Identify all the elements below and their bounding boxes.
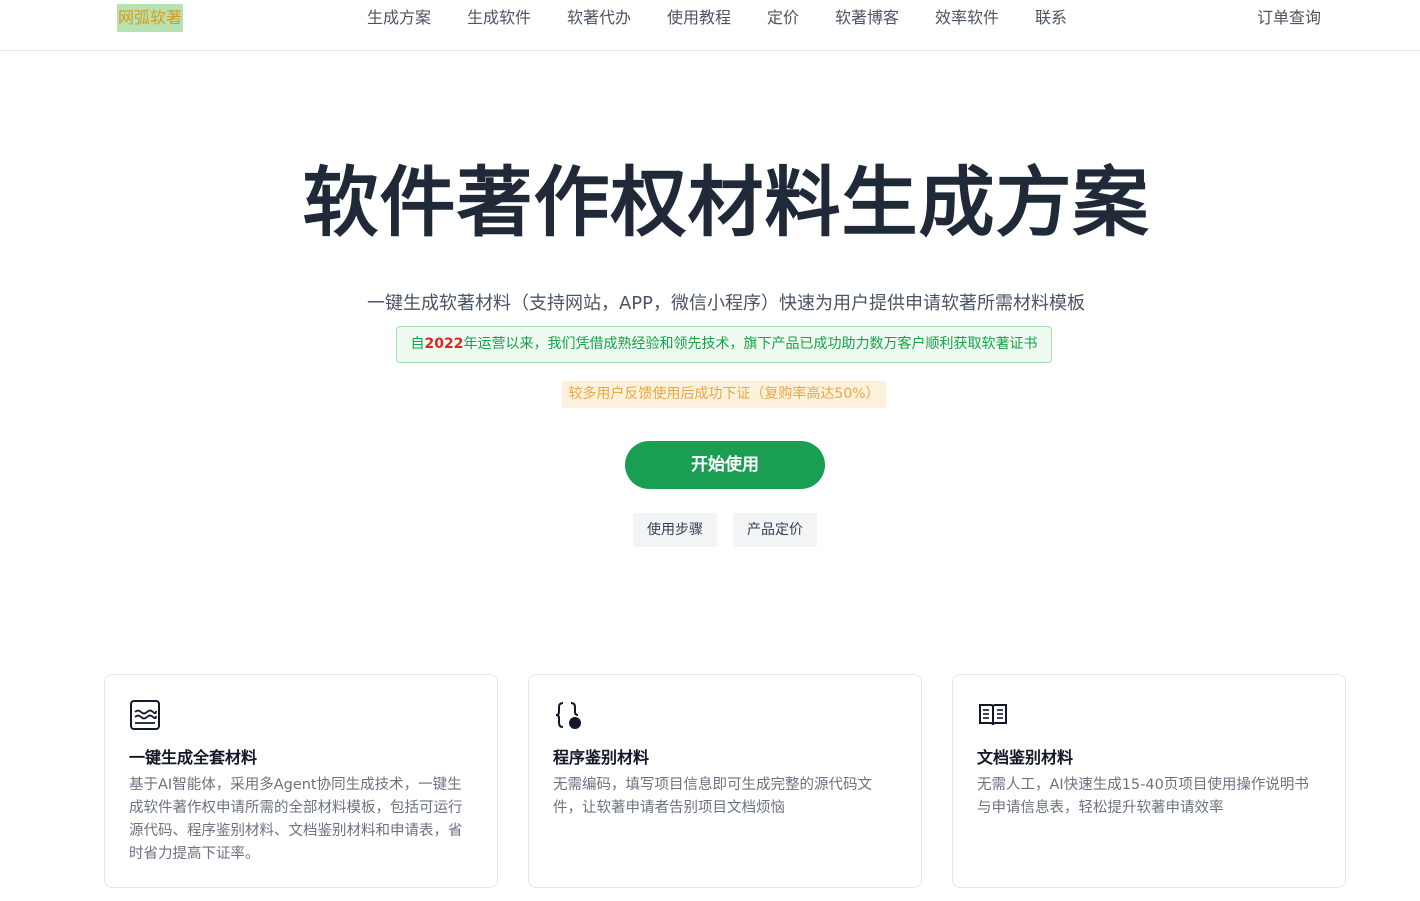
product-pricing-button[interactable]: 产品定价 — [733, 513, 817, 547]
nav-item-contact[interactable]: 联系 — [1035, 8, 1067, 28]
card-description: 基于AI智能体，采用多Agent协同生成技术，一键生成软件著作权申请所需的全部材… — [129, 777, 463, 862]
open-book-icon — [979, 704, 1007, 726]
feature-card-full-materials: 一键生成全套材料 基于AI智能体，采用多Agent协同生成技术，一键生成软件著作… — [104, 674, 498, 888]
feature-card-document-materials: 文档鉴别材料 无需人工，AI快速生成15-40页项目使用操作说明书与申请信息表，… — [952, 674, 1346, 888]
nav-item-pricing[interactable]: 定价 — [767, 8, 799, 28]
card-description: 无需人工，AI快速生成15-40页项目使用操作说明书与申请信息表，轻松提升软著申… — [977, 777, 1309, 816]
feedback-notice: 较多用户反馈使用后成功下证（复购率高达50%） — [562, 381, 886, 408]
feature-card-program-materials: 程序鉴别材料 无需编码，填写项目信息即可生成完整的源代码文件，让软著申请者告别项… — [528, 674, 922, 888]
order-query-link[interactable]: 订单查询 — [1257, 8, 1321, 28]
banner-year: 2022 — [424, 336, 464, 352]
card-title: 一键生成全套材料 — [129, 748, 258, 767]
banner-prefix: 自 — [410, 336, 425, 352]
nav-item-efficiency-software[interactable]: 效率软件 — [935, 8, 999, 28]
nav-item-generate-software[interactable]: 生成软件 — [467, 8, 531, 28]
usage-steps-button[interactable]: 使用步骤 — [633, 513, 717, 547]
nav-item-solutions[interactable]: 生成方案 — [367, 8, 431, 28]
card-title: 程序鉴别材料 — [553, 748, 650, 767]
document-wave-icon — [130, 700, 160, 730]
code-braces-icon — [555, 702, 581, 729]
hero-subtitle: 一键生成软著材料（支持网站，APP，微信小程序）快速为用户提供申请软著所需材料模… — [366, 293, 1086, 314]
nav-item-tutorials[interactable]: 使用教程 — [667, 8, 731, 28]
card-description: 无需编码，填写项目信息即可生成完整的源代码文件，让软著申请者告别项目文档烦恼 — [553, 777, 872, 816]
main-nav: 生成方案 生成软件 软著代办 使用教程 定价 软著博客 效率软件 联系 — [0, 8, 1420, 30]
nav-item-agency[interactable]: 软著代办 — [567, 8, 631, 28]
hero-title: 软件著作权材料生成方案 — [302, 158, 1150, 247]
start-button[interactable]: 开始使用 — [625, 441, 825, 489]
card-title: 文档鉴别材料 — [977, 748, 1074, 767]
top-navbar: 网弧软著 生成方案 生成软件 软著代办 使用教程 定价 软著博客 效率软件 联系… — [0, 0, 1420, 51]
nav-item-blog[interactable]: 软著博客 — [835, 8, 899, 28]
banner-suffix: 年运营以来，我们凭借成熟经验和领先技术，旗下产品已成功助力数万客户顺利获取软著证… — [463, 336, 1038, 352]
experience-banner: 自2022年运营以来，我们凭借成熟经验和领先技术，旗下产品已成功助力数万客户顺利… — [396, 326, 1052, 363]
